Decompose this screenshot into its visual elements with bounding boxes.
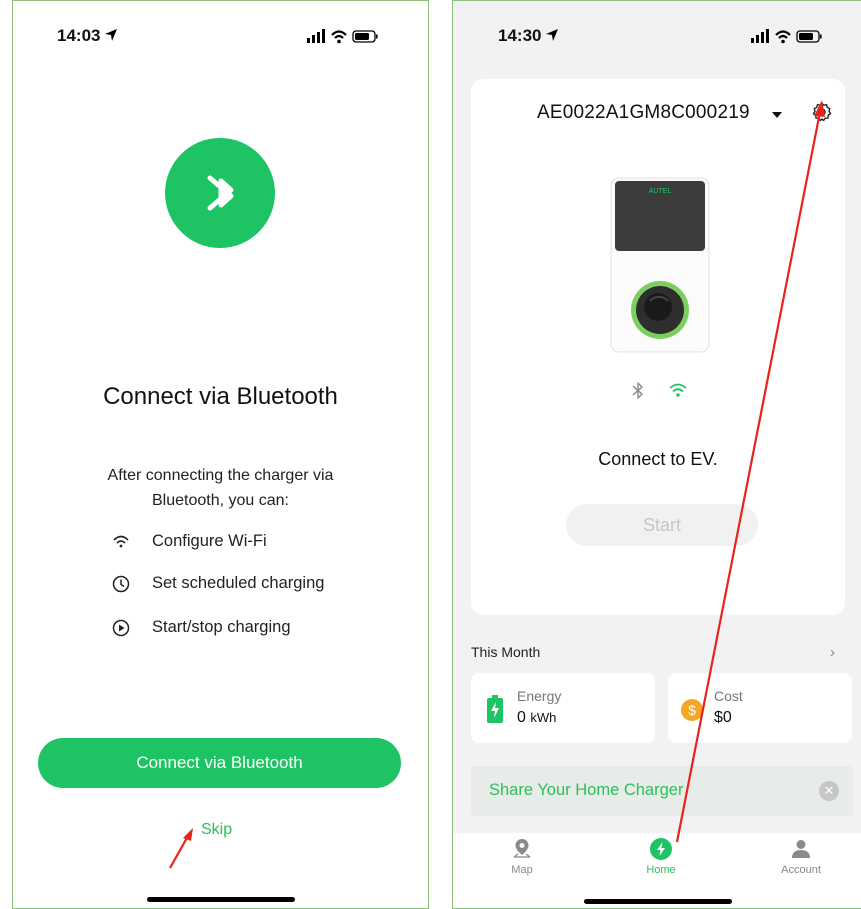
- connection-status: [632, 382, 687, 399]
- charger-brand-label: AUTEL: [649, 188, 672, 195]
- gear-icon[interactable]: [811, 101, 833, 123]
- status-bar: 14:30: [453, 1, 861, 71]
- svg-text:$: $: [688, 702, 696, 718]
- cost-card: $ Cost $0: [668, 673, 852, 743]
- status-time: 14:03: [57, 26, 101, 45]
- feature-label: Start/stop charging: [152, 618, 291, 636]
- feature-label: Configure Wi-Fi: [152, 532, 267, 550]
- home-indicator: [584, 899, 732, 904]
- bluetooth-icon: [207, 175, 234, 211]
- this-month-header[interactable]: This Month ›: [471, 644, 843, 664]
- status-time: 14:30: [498, 26, 542, 45]
- energy-value-row: 0 kWh: [517, 709, 556, 727]
- home-indicator: [147, 897, 295, 902]
- bluetooth-connect-screen: 14:03 Connect via Bluetooth After connec…: [12, 0, 429, 909]
- person-icon: [792, 840, 810, 858]
- wifi-icon: [113, 535, 129, 548]
- tab-bar: Map Home Account: [453, 833, 861, 908]
- dollar-coin-icon: $: [681, 699, 703, 721]
- map-pin-icon: [513, 839, 531, 858]
- device-selector[interactable]: AE0022A1GM8C000219: [537, 102, 750, 124]
- status-icons: [307, 29, 378, 44]
- cost-value: $0: [714, 709, 732, 726]
- wifi-icon: [669, 383, 687, 397]
- tab-label: Map: [511, 864, 533, 876]
- play-circle-icon: [112, 619, 130, 637]
- status-bar: 14:03: [13, 1, 428, 71]
- bluetooth-icon: [632, 382, 643, 399]
- tab-map[interactable]: Map: [482, 837, 562, 876]
- share-banner-text[interactable]: Share Your Home Charger: [489, 781, 683, 800]
- share-banner[interactable]: Share Your Home Charger ✕: [471, 766, 853, 816]
- charger-card: AE0022A1GM8C000219 AUTEL Connect to EV. …: [471, 79, 845, 615]
- tab-label: Home: [646, 864, 676, 876]
- caret-down-icon[interactable]: [772, 112, 782, 118]
- charger-image: AUTEL: [610, 177, 710, 353]
- tab-home[interactable]: Home: [621, 837, 701, 876]
- chevron-right-icon[interactable]: ›: [830, 644, 835, 661]
- bluetooth-badge: [165, 138, 275, 248]
- description-text: After connecting the charger via Bluetoo…: [107, 467, 334, 509]
- energy-unit: kWh: [530, 710, 557, 725]
- clock-icon: [112, 575, 130, 593]
- charger-status-text: Connect to EV.: [598, 449, 718, 469]
- close-icon[interactable]: ✕: [819, 781, 839, 801]
- skip-link[interactable]: Skip: [201, 821, 232, 839]
- section-title: This Month: [471, 644, 541, 660]
- tab-account[interactable]: Account: [761, 837, 841, 876]
- cost-label: Cost: [714, 688, 743, 704]
- connect-bluetooth-button[interactable]: Connect via Bluetooth: [38, 738, 401, 788]
- location-arrow-icon: [105, 29, 117, 41]
- bolt-icon: [650, 838, 672, 860]
- energy-label: Energy: [517, 688, 562, 704]
- location-arrow-icon: [546, 29, 558, 41]
- feature-label: Set scheduled charging: [152, 574, 325, 592]
- page-title: Connect via Bluetooth: [103, 383, 338, 410]
- energy-value: 0: [517, 709, 526, 726]
- tab-label: Account: [781, 864, 821, 876]
- energy-card: Energy 0 kWh: [471, 673, 655, 743]
- status-icons: [751, 29, 822, 44]
- charger-home-screen: 14:30 AE0022A1GM8C000219 AUTEL Connect t…: [452, 0, 861, 909]
- start-button[interactable]: Start: [566, 504, 758, 546]
- battery-icon: [487, 695, 503, 723]
